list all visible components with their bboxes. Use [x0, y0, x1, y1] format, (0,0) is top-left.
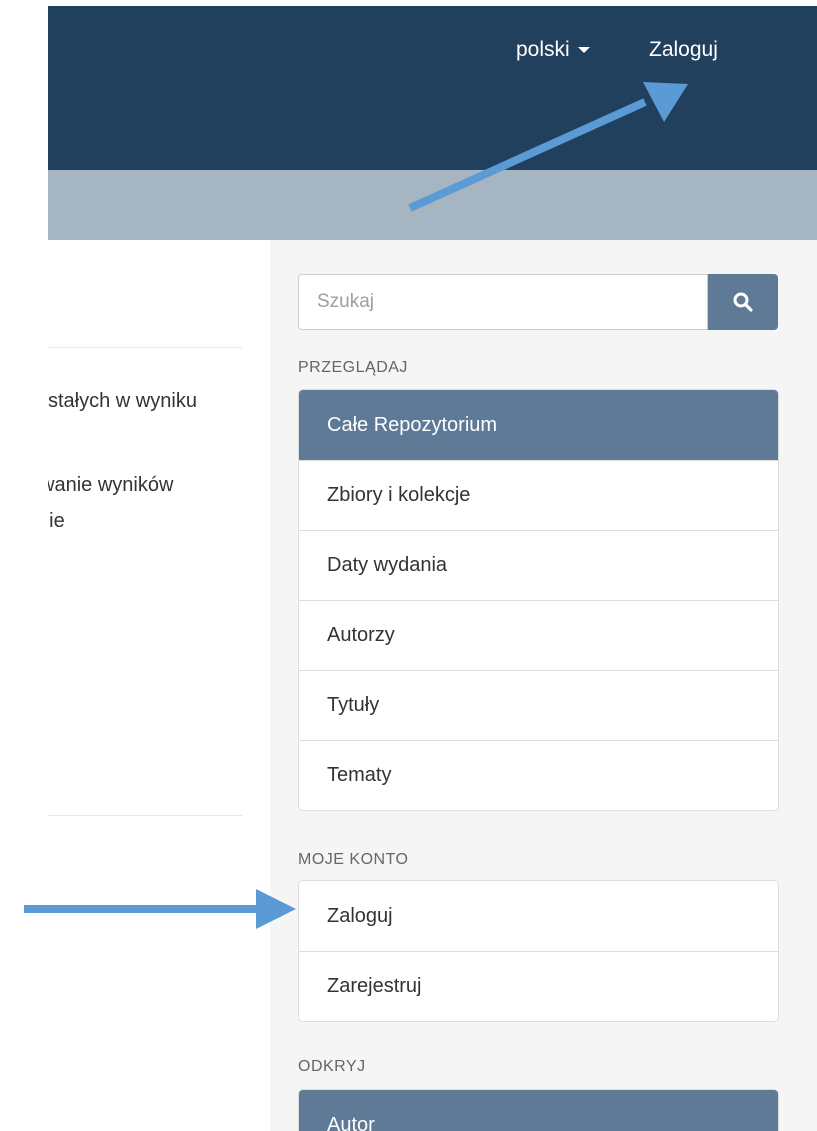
language-label: polski	[516, 38, 570, 61]
browse-item-issue-dates[interactable]: Daty wydania	[299, 530, 778, 600]
browse-list: Całe Repozytorium Zbiory i kolekcje Daty…	[298, 389, 779, 811]
search-icon	[733, 292, 753, 312]
breadcrumb-trail-bar	[48, 170, 817, 240]
account-item-register[interactable]: Zarejestruj	[299, 951, 778, 1021]
discover-item-author[interactable]: Autor	[299, 1090, 778, 1131]
language-dropdown[interactable]: polski	[516, 38, 590, 62]
account-heading: MOJE KONTO	[298, 851, 409, 868]
discover-heading: ODKRYJ	[298, 1058, 366, 1075]
search-button[interactable]	[708, 274, 778, 330]
browse-item-subjects[interactable]: Tematy	[299, 740, 778, 810]
divider	[48, 815, 242, 816]
divider	[48, 347, 242, 348]
navbar-login-link[interactable]: Zaloguj	[649, 38, 718, 62]
browse-item-authors[interactable]: Autorzy	[299, 600, 778, 670]
top-navbar: polski Zaloguj	[48, 6, 817, 170]
content-text-line: nie	[48, 510, 65, 532]
content-text-line: stałych w wyniku	[48, 390, 197, 412]
search-input[interactable]	[298, 274, 708, 330]
annotation-arrow	[24, 889, 296, 929]
browse-item-titles[interactable]: Tytuły	[299, 670, 778, 740]
browse-item-whole-repository[interactable]: Całe Repozytorium	[299, 390, 778, 460]
content-text-line: wanie wyników	[48, 474, 174, 496]
browse-item-collections[interactable]: Zbiory i kolekcje	[299, 460, 778, 530]
page: polski Zaloguj stałych w wyniku wanie wy…	[0, 0, 817, 1131]
discover-list: Autor	[298, 1089, 779, 1131]
caret-down-icon	[577, 47, 590, 54]
browse-heading: PRZEGLĄDAJ	[298, 359, 408, 376]
account-item-login[interactable]: Zaloguj	[299, 881, 778, 951]
account-list: Zaloguj Zarejestruj	[298, 880, 779, 1022]
